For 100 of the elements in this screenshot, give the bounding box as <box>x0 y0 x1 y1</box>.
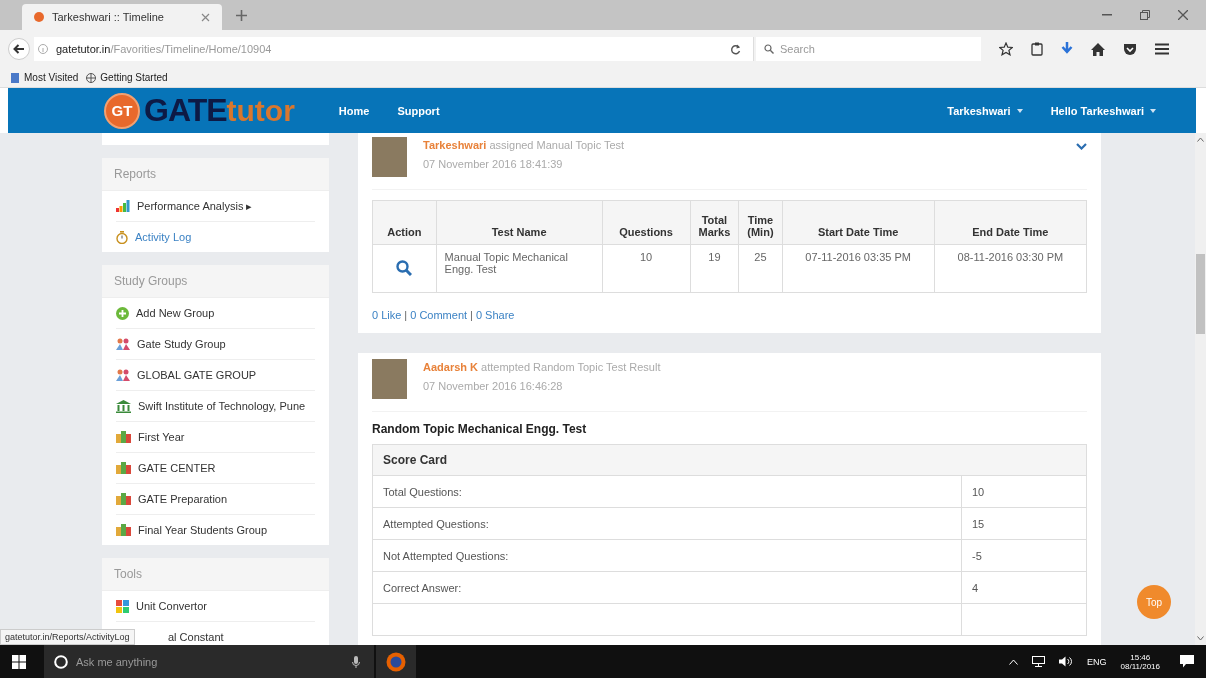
table-heading: Score Card <box>372 444 1087 476</box>
menu-icon[interactable] <box>1155 43 1169 55</box>
group-icon <box>116 431 131 443</box>
star-icon[interactable] <box>999 42 1013 56</box>
restore-icon[interactable] <box>1140 10 1150 20</box>
stopwatch-icon <box>116 230 128 244</box>
info-icon <box>38 44 48 54</box>
circle-icon <box>54 654 68 669</box>
search-icon <box>764 44 774 54</box>
section-title: Study Groups <box>102 265 329 298</box>
site-favicon-icon <box>34 12 44 22</box>
pocket-icon[interactable] <box>1123 42 1137 56</box>
add-icon <box>116 306 129 320</box>
bar-chart-icon <box>116 200 130 212</box>
sidebar-link[interactable]: Unit Convertor <box>116 591 315 622</box>
post-headline: Aadarsh K attempted Random Topic Test Result <box>423 361 661 373</box>
taskbar-app[interactable] <box>376 645 416 678</box>
bookmark-link[interactable]: Most Visited <box>10 72 79 83</box>
clipboard-icon[interactable] <box>1031 42 1043 56</box>
close-icon[interactable] <box>201 12 210 22</box>
avatar-placeholder <box>372 137 407 177</box>
group-icon <box>116 493 131 505</box>
reload-icon[interactable] <box>730 43 741 55</box>
browser-tab[interactable]: Tarkeshwari :: Timeline <box>22 4 222 30</box>
chevron-up-icon[interactable] <box>1009 658 1019 665</box>
post-time: 07 November 2016 18:41:39 <box>423 158 564 170</box>
sidebar-link[interactable]: First Year <box>116 422 315 453</box>
status-url-tooltip: gatetutor.in/Reports/ActivityLog <box>0 629 135 645</box>
table-cell: 08-11-2016 03:30 PM <box>934 244 1087 293</box>
language-indicator[interactable]: ENG <box>1087 656 1107 667</box>
user-menu[interactable]: Tarkeshwari <box>947 104 1023 117</box>
link-separator: | <box>404 309 408 321</box>
back-icon[interactable] <box>8 38 30 60</box>
post-action-link[interactable]: 0 Share <box>475 309 515 321</box>
scroll-up-icon[interactable] <box>1197 137 1204 142</box>
sidebar-link[interactable]: GLOBAL GATE GROUP <box>116 360 315 391</box>
address-bar[interactable]: gatetutor.in/Favorities/Timeline/Home/10904 <box>34 37 754 61</box>
table-cell: 19 <box>690 244 739 293</box>
section-title: Reports <box>102 158 329 191</box>
nav-link[interactable]: Support <box>397 104 440 117</box>
close-icon[interactable] <box>1178 10 1188 20</box>
group-icon <box>116 462 131 474</box>
sidebar-link[interactable]: Swift Institute of Technology, Pune <box>116 391 315 422</box>
bookmark-link[interactable]: Getting Started <box>86 72 168 83</box>
table-cell: Correct Answer: <box>372 571 962 604</box>
taskbar-search-field[interactable]: Ask me anything <box>44 645 374 678</box>
caret-icon <box>1016 108 1023 113</box>
table-cell: -5 <box>961 539 1087 572</box>
sidebar-link[interactable]: Activity Log <box>116 222 315 252</box>
caret-icon <box>1150 108 1156 113</box>
bookmark-icon <box>10 72 20 83</box>
post-action-link[interactable]: 0 Like <box>372 309 402 321</box>
sidebar-link[interactable]: GATE CENTER <box>116 453 315 484</box>
column-header: Start Date Time <box>782 200 935 245</box>
column-header: Total Marks <box>690 200 739 245</box>
table-cell: Total Questions: <box>372 475 962 508</box>
sidebar-link[interactable]: GATE Preparation <box>116 484 315 515</box>
column-header: Test Name <box>436 200 603 245</box>
table-cell: Manual Topic Mechanical Engg. Test <box>436 244 603 293</box>
browser-app-icon <box>386 651 406 672</box>
column-header: Time (Min) <box>738 200 783 245</box>
taskbar-clock[interactable]: 15:46 08/11/2016 <box>1120 652 1160 671</box>
scrollbar-thumb[interactable] <box>1196 254 1205 334</box>
section-title: Tools <box>102 558 329 591</box>
people-icon <box>116 368 130 382</box>
sidebar-link[interactable]: Performance Analysis ▸ <box>116 191 315 222</box>
table-cell: 15 <box>961 507 1087 540</box>
tab-title: Tarkeshwari :: Timeline <box>52 11 165 23</box>
avatar-placeholder <box>372 359 407 399</box>
new-tab-icon[interactable] <box>236 9 247 21</box>
table-cell: 10 <box>602 244 690 293</box>
chevron-down-icon[interactable] <box>1076 143 1087 150</box>
column-header: Action <box>372 200 437 245</box>
scroll-down-icon[interactable] <box>1197 636 1204 641</box>
table-cell: 4 <box>961 571 1087 604</box>
globe-icon <box>86 72 97 83</box>
search-icon[interactable] <box>396 259 413 276</box>
download-icon[interactable] <box>1061 42 1073 56</box>
people-icon <box>116 337 130 351</box>
table-cell: 25 <box>738 244 783 293</box>
microphone-icon[interactable] <box>352 655 360 668</box>
speaker-icon[interactable] <box>1059 656 1074 667</box>
sidebar-link[interactable]: Add New Group <box>116 298 315 329</box>
table-cell: Not Attempted Questions: <box>372 539 962 572</box>
group-icon <box>116 524 131 536</box>
post-action-link[interactable]: 0 Comment <box>410 309 468 321</box>
grid-icon <box>116 599 129 613</box>
notification-icon[interactable] <box>1180 655 1194 668</box>
nav-link[interactable]: Home <box>338 104 370 117</box>
sidebar-link[interactable]: Gate Study Group <box>116 329 315 360</box>
user-menu[interactable]: Hello Tarkeshwari <box>1050 104 1156 117</box>
scrollbar[interactable] <box>1195 133 1206 645</box>
home-icon[interactable] <box>1091 42 1105 56</box>
table-cell: 10 <box>961 475 1087 508</box>
table-cell: 07-11-2016 03:35 PM <box>782 244 935 293</box>
table-cell: Attempted Questions: <box>372 507 962 540</box>
sidebar-link[interactable]: Final Year Students Group <box>116 515 315 545</box>
building-icon <box>116 399 131 413</box>
network-icon[interactable] <box>1032 656 1046 667</box>
windows-start-icon[interactable] <box>12 654 26 669</box>
